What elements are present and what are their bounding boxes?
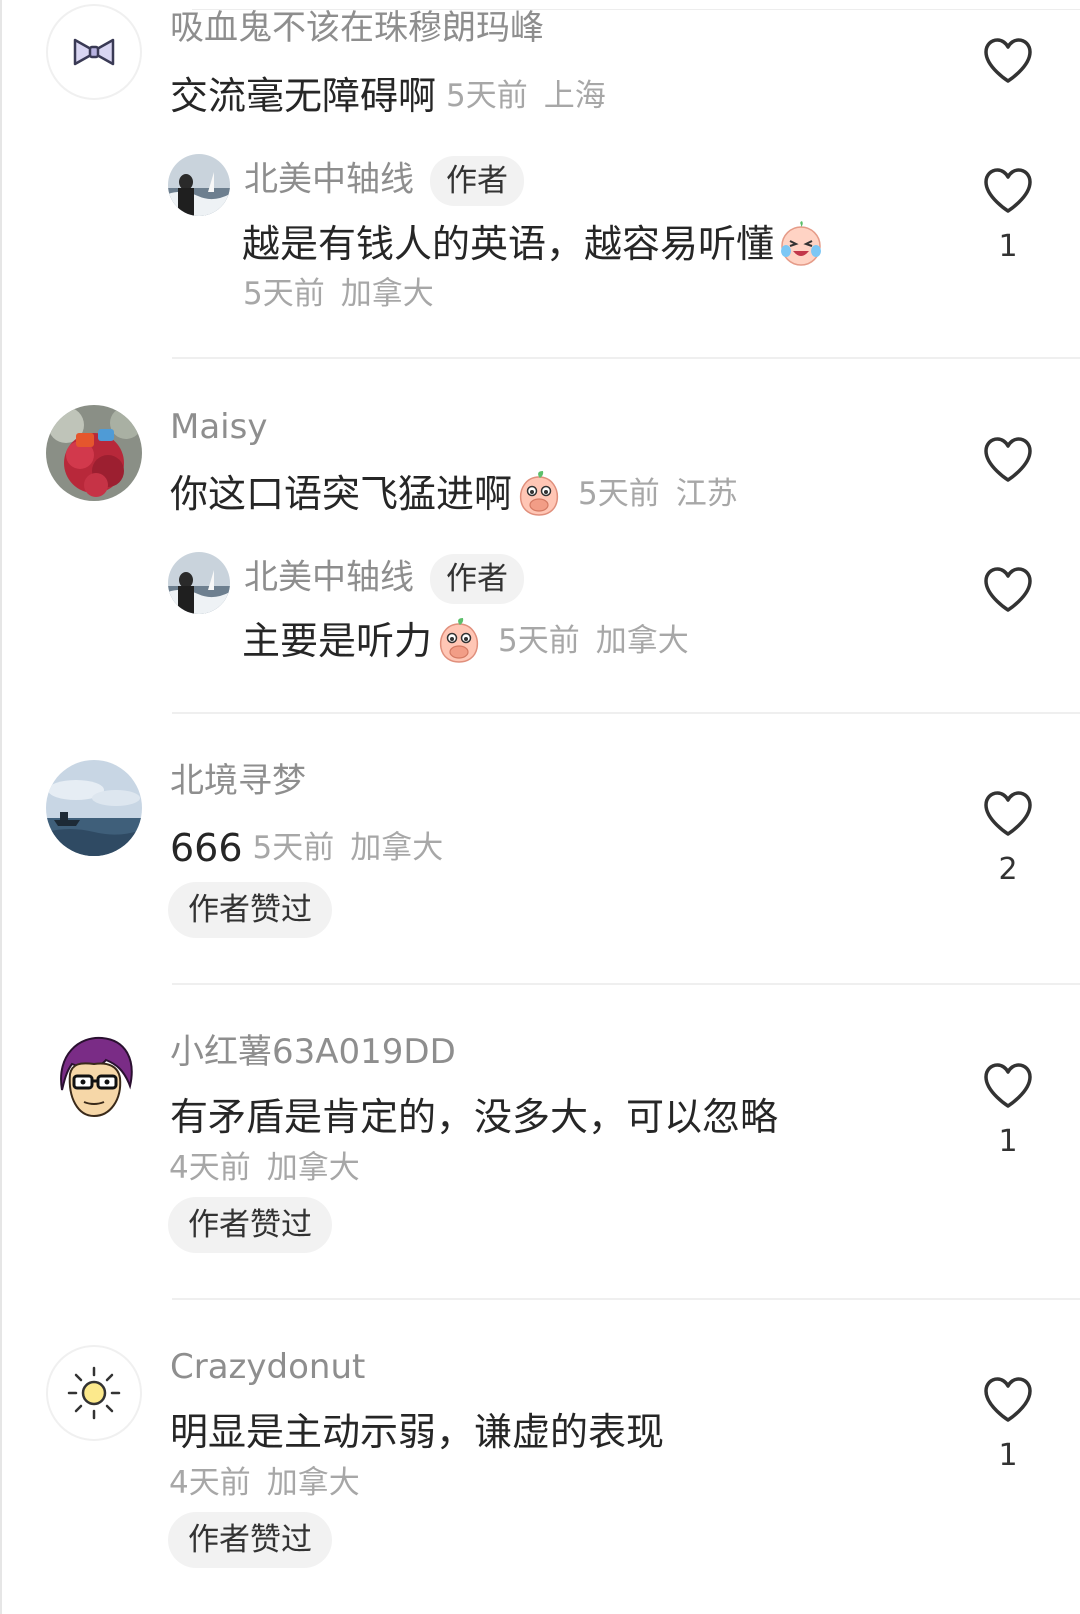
comment-time: 5天前 xyxy=(252,830,335,866)
reply-username-row: 北美中轴线 作者 xyxy=(244,156,524,206)
like-button[interactable]: 1 xyxy=(978,167,1038,265)
heart-icon xyxy=(984,567,1032,612)
heart-icon xyxy=(984,1063,1032,1108)
comment-text: 666 xyxy=(170,826,243,870)
bow-tie-icon xyxy=(73,38,115,66)
like-button[interactable]: 2 xyxy=(978,790,1038,888)
avatar[interactable] xyxy=(46,760,142,856)
comment-text: 有矛盾是肯定的，没多大，可以忽略 xyxy=(170,1095,779,1139)
divider xyxy=(172,1298,1080,1300)
avatar[interactable] xyxy=(46,405,142,501)
author-liked-badge: 作者赞过 xyxy=(168,1197,332,1253)
reply-text: 主要是听力 xyxy=(242,619,433,663)
comment-text-row: 有矛盾是肯定的，没多大，可以忽略 xyxy=(170,1092,778,1142)
comment-meta: 4天前 加拿大 xyxy=(169,1148,360,1188)
like-button[interactable] xyxy=(978,436,1038,498)
comment-username[interactable]: 吸血鬼不该在珠穆朗玛峰 xyxy=(170,6,544,50)
sun-icon xyxy=(67,1366,121,1420)
avatar[interactable] xyxy=(46,1030,142,1126)
comment-location: 加拿大 xyxy=(266,1465,360,1501)
comment-text: 你这口语突飞猛进啊 xyxy=(170,472,513,516)
comment-text: 交流毫无障碍啊 xyxy=(170,74,437,118)
cartoon-man-glasses-icon xyxy=(46,1030,142,1126)
like-button[interactable] xyxy=(978,566,1038,628)
author-tag: 作者 xyxy=(430,554,524,604)
comment-meta: 4天前 加拿大 xyxy=(169,1463,360,1503)
author-liked-badge: 作者赞过 xyxy=(168,1512,332,1568)
reply-username[interactable]: 北美中轴线 xyxy=(244,160,414,200)
comment-text-row: 交流毫无障碍啊 5天前 上海 xyxy=(170,71,606,121)
sea-person-photo xyxy=(168,552,230,614)
reply-location: 加拿大 xyxy=(595,623,689,659)
divider xyxy=(172,712,1080,714)
comment-location: 江苏 xyxy=(675,476,738,512)
reply-text-row: 越是有钱人的英语，越容易听懂 xyxy=(242,219,824,269)
reply-avatar[interactable] xyxy=(168,552,230,614)
like-count: 1 xyxy=(998,1124,1018,1159)
divider xyxy=(172,983,1080,985)
like-count: 1 xyxy=(998,1438,1018,1473)
sea-ship-photo xyxy=(46,760,142,856)
sea-person-photo xyxy=(168,154,230,216)
reply-location: 加拿大 xyxy=(340,276,434,312)
peach-covering-mouth-icon xyxy=(439,618,479,663)
comment-text-row: 你这口语突飞猛进啊 5天前 江苏 xyxy=(170,469,738,519)
red-flowers-photo xyxy=(46,405,142,501)
reply-username-row: 北美中轴线 作者 xyxy=(244,554,524,604)
comment-text-row: 666 5天前 加拿大 xyxy=(170,823,443,873)
comment-time: 4天前 xyxy=(169,1150,251,1186)
heart-icon xyxy=(984,1377,1032,1422)
heart-icon xyxy=(984,791,1032,836)
comment-username[interactable]: Maisy xyxy=(170,405,267,449)
like-count: 2 xyxy=(998,852,1018,887)
comment-time: 5天前 xyxy=(446,78,528,114)
like-button[interactable] xyxy=(978,37,1038,99)
comment-username[interactable]: Crazydonut xyxy=(170,1345,365,1389)
comment-location: 上海 xyxy=(543,78,606,114)
comment-text-row: 明显是主动示弱，谦虚的表现 xyxy=(170,1407,664,1457)
crying-laughing-face-icon xyxy=(781,221,822,266)
comment-username[interactable]: 小红薯63A019DD xyxy=(170,1030,456,1074)
comment-location: 加拿大 xyxy=(266,1150,360,1186)
reply-username[interactable]: 北美中轴线 xyxy=(244,558,414,598)
comment-time: 5天前 xyxy=(578,476,660,512)
comment-location: 加拿大 xyxy=(350,830,444,866)
avatar[interactable] xyxy=(46,4,142,100)
comment-meta: 5天前 加拿大 xyxy=(253,823,444,873)
comment-meta: 5天前 上海 xyxy=(446,71,606,121)
reply-time: 5天前 xyxy=(243,276,325,312)
reply-avatar[interactable] xyxy=(168,154,230,216)
reply-meta: 5天前 加拿大 xyxy=(243,274,434,314)
heart-icon xyxy=(984,38,1032,83)
comment-username[interactable]: 北境寻梦 xyxy=(170,759,306,803)
heart-icon xyxy=(984,168,1032,213)
author-tag: 作者 xyxy=(430,156,524,206)
heart-icon xyxy=(984,437,1032,482)
like-count: 1 xyxy=(998,229,1018,264)
comment-time: 4天前 xyxy=(169,1465,251,1501)
like-button[interactable]: 1 xyxy=(978,1376,1038,1474)
reply-text-row: 主要是听力 5天前 加拿大 xyxy=(242,616,689,666)
avatar[interactable] xyxy=(46,1345,142,1441)
reply-meta: 5天前 加拿大 xyxy=(498,616,689,666)
comment-list: 吸血鬼不该在珠穆朗玛峰 交流毫无障碍啊 5天前 上海 北美中轴线 作者 越是有钱人的… xyxy=(0,0,1080,1614)
comment-text: 明显是主动示弱，谦虚的表现 xyxy=(170,1410,665,1454)
reply-time: 5天前 xyxy=(498,623,580,659)
author-liked-badge: 作者赞过 xyxy=(168,882,332,938)
divider xyxy=(172,357,1080,359)
reply-text: 越是有钱人的英语，越容易听懂 xyxy=(242,222,775,266)
peach-covering-mouth-icon xyxy=(519,471,559,516)
comment-meta: 5天前 江苏 xyxy=(578,469,738,519)
like-button[interactable]: 1 xyxy=(978,1062,1038,1160)
